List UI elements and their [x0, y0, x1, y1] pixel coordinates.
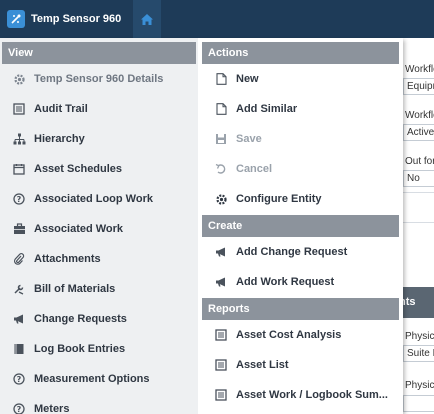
menu-item-label: Associated Loop Work	[34, 193, 153, 205]
menu-item-label: Add Change Request	[236, 246, 348, 258]
background-field[interactable]: No	[403, 170, 434, 187]
background-label: Physica	[405, 331, 434, 342]
add-similar-button[interactable]: Add Similar	[198, 94, 403, 124]
menu-item-label: Bill of Materials	[34, 283, 116, 295]
app-logo-icon	[7, 10, 25, 28]
menu-item-label: Save	[236, 133, 262, 145]
megaphone-icon	[214, 245, 228, 259]
menu-item-details[interactable]: Temp Sensor 960 Details	[0, 64, 198, 94]
actions-column: Actions New Add Similar Save Cancel Conf…	[198, 38, 403, 414]
list-icon	[12, 102, 26, 116]
svg-text:?: ?	[17, 375, 22, 384]
add-change-request-button[interactable]: Add Change Request	[198, 237, 403, 267]
menu-item-label: Add Work Request	[236, 276, 335, 288]
report-icon	[214, 388, 228, 402]
background-label: Workflo	[405, 110, 434, 121]
save-button[interactable]: Save	[198, 124, 403, 154]
menu-item-measurement-options[interactable]: ? Measurement Options	[0, 364, 198, 394]
question-circle-icon: ?	[12, 372, 26, 386]
top-bar: Temp Sensor 960	[0, 0, 434, 38]
menu-item-change-requests[interactable]: Change Requests	[0, 304, 198, 334]
calendar-icon	[12, 162, 26, 176]
home-icon	[141, 13, 154, 25]
menu-item-label: Log Book Entries	[34, 343, 126, 355]
menu-item-label: Measurement Options	[34, 373, 150, 385]
briefcase-icon	[12, 222, 26, 236]
report-icon	[214, 328, 228, 342]
menu-item-label: Attachments	[34, 253, 101, 265]
background-label: Out for	[405, 156, 434, 167]
home-button[interactable]	[133, 0, 162, 38]
view-column: View Temp Sensor 960 Details Audit Trail…	[0, 38, 198, 414]
menu-item-audit-trail[interactable]: Audit Trail	[0, 94, 198, 124]
menu-item-label: Asset Work / Logbook Sum...	[236, 389, 388, 401]
menu-item-label: Associated Work	[34, 223, 124, 235]
gear-icon	[214, 192, 228, 206]
menu-item-label: Change Requests	[34, 313, 127, 325]
menu-item-label: Asset Cost Analysis	[236, 329, 342, 341]
menu-item-label: Cancel	[236, 163, 273, 175]
menu-item-label: New	[236, 73, 259, 85]
report-asset-work-logbook-summary[interactable]: Asset Work / Logbook Sum...	[198, 380, 403, 410]
new-document-icon	[214, 72, 228, 86]
menu-item-label: Audit Trail	[34, 103, 88, 115]
tools-icon	[12, 282, 26, 296]
menu-item-label: Asset Schedules	[34, 163, 123, 175]
menu-item-associated-loop-work[interactable]: ? Associated Loop Work	[0, 184, 198, 214]
new-button[interactable]: New	[198, 64, 403, 94]
menu-item-asset-schedules[interactable]: Asset Schedules	[0, 154, 198, 184]
menu-item-meters[interactable]: ? Meters	[0, 394, 198, 414]
background-label: Physica	[405, 380, 434, 391]
report-asset-cost-analysis[interactable]: Asset Cost Analysis	[198, 320, 403, 350]
create-header: Create	[202, 215, 399, 237]
report-asset-list[interactable]: Asset List	[198, 350, 403, 380]
entity-menu: View Temp Sensor 960 Details Audit Trail…	[0, 38, 403, 414]
background-field[interactable]: Suite F	[403, 345, 434, 362]
megaphone-icon	[12, 312, 26, 326]
menu-item-label: Hierarchy	[34, 133, 85, 145]
view-header: View	[2, 42, 196, 64]
question-circle-icon: ?	[12, 192, 26, 206]
background-label: Workflo	[405, 64, 434, 75]
menu-item-bill-of-materials[interactable]: Bill of Materials	[0, 274, 198, 304]
gear-icon	[12, 72, 26, 86]
menu-item-label: Meters	[34, 403, 70, 414]
save-icon	[214, 132, 228, 146]
undo-icon	[214, 162, 228, 176]
book-icon	[12, 342, 26, 356]
menu-item-hierarchy[interactable]: Hierarchy	[0, 124, 198, 154]
svg-text:?: ?	[17, 405, 22, 414]
menu-item-label: Add Similar	[236, 103, 298, 115]
menu-item-log-book-entries[interactable]: Log Book Entries	[0, 334, 198, 364]
menu-item-label: Asset List	[236, 359, 289, 371]
menu-item-associated-work[interactable]: Associated Work	[0, 214, 198, 244]
background-field[interactable]: Active	[403, 124, 434, 141]
configure-entity-button[interactable]: Configure Entity	[198, 184, 403, 214]
menu-item-label: Configure Entity	[236, 193, 322, 205]
menu-item-attachments[interactable]: Attachments	[0, 244, 198, 274]
actions-header: Actions	[202, 42, 399, 64]
menu-item-label: Temp Sensor 960 Details	[34, 73, 164, 85]
hierarchy-icon	[12, 132, 26, 146]
svg-text:?: ?	[17, 195, 22, 204]
reports-header: Reports	[202, 298, 399, 320]
background-field[interactable]: Equipm	[403, 78, 434, 95]
copy-document-icon	[214, 102, 228, 116]
report-icon	[214, 358, 228, 372]
add-work-request-button[interactable]: Add Work Request	[198, 267, 403, 297]
paperclip-icon	[12, 252, 26, 266]
app-title: Temp Sensor 960	[31, 13, 122, 25]
megaphone-icon	[214, 275, 228, 289]
cancel-button[interactable]: Cancel	[198, 154, 403, 184]
question-circle-icon: ?	[12, 402, 26, 414]
background-field[interactable]	[403, 395, 434, 412]
